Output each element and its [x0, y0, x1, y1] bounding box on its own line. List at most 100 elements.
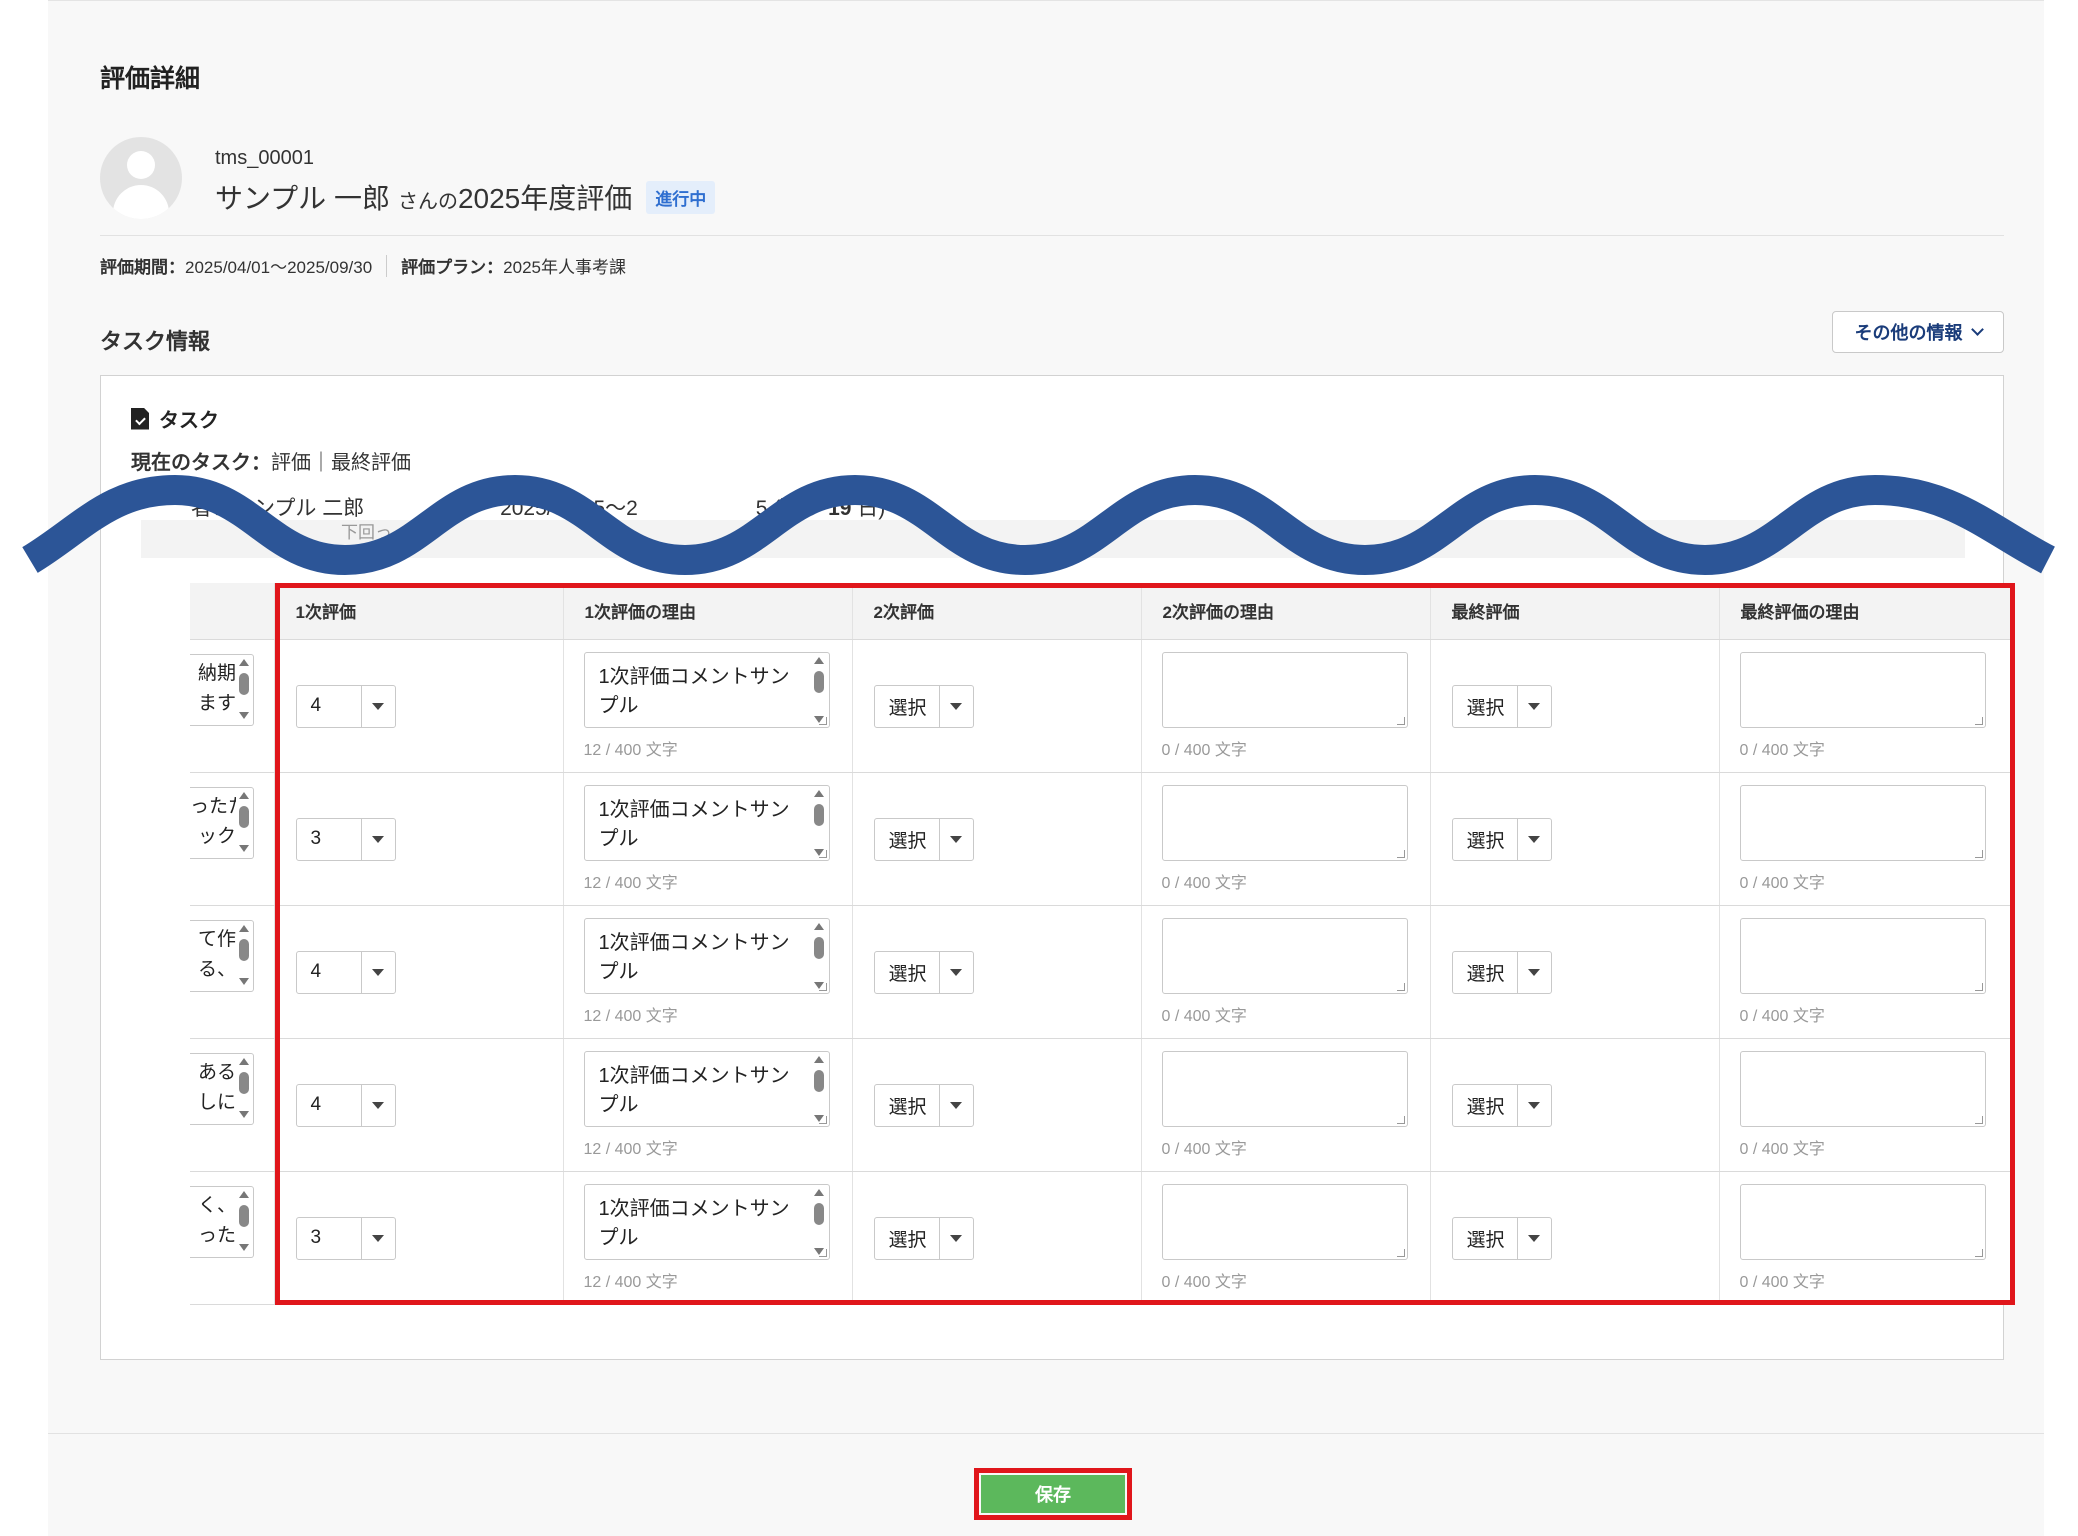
scrollbar[interactable] — [813, 922, 825, 989]
scrollbar-thumb[interactable] — [239, 1204, 249, 1227]
resize-grip-icon[interactable] — [818, 1248, 827, 1257]
scroll-up-icon[interactable] — [813, 1188, 824, 1196]
resize-grip-icon[interactable] — [1396, 716, 1405, 725]
dropdown-arrow-icon[interactable] — [360, 951, 395, 993]
scroll-up-icon[interactable] — [239, 1057, 249, 1065]
scroll-up-icon[interactable] — [813, 789, 824, 797]
scroll-down-icon[interactable] — [239, 711, 249, 719]
dropdown-arrow-icon[interactable] — [360, 1217, 395, 1259]
final-reason-textarea[interactable] — [1739, 917, 1986, 994]
scrollbar[interactable] — [813, 656, 825, 723]
resize-grip-icon[interactable] — [818, 982, 827, 991]
resize-grip-icon[interactable] — [818, 1115, 827, 1124]
resize-grip-icon[interactable] — [1974, 982, 1983, 991]
final-reason-textarea[interactable] — [1739, 1050, 1986, 1127]
first-reason-textarea[interactable]: 1次評価コメントサンプル — [583, 1050, 830, 1127]
dropdown-arrow-icon[interactable] — [1516, 818, 1551, 860]
resize-grip-icon[interactable] — [1396, 1115, 1405, 1124]
second-reason-textarea[interactable] — [1161, 1050, 1408, 1127]
resize-grip-icon[interactable] — [1974, 716, 1983, 725]
second-reason-textarea[interactable] — [1161, 1183, 1408, 1260]
dropdown-arrow-icon[interactable] — [938, 685, 973, 727]
first-score-select[interactable]: 4 — [295, 684, 396, 728]
second-score-select[interactable]: 選択 — [873, 1216, 974, 1260]
resize-grip-icon[interactable] — [1974, 849, 1983, 858]
first-reason-textarea[interactable]: 1次評価コメントサンプル — [583, 784, 830, 861]
scroll-down-icon[interactable] — [239, 1110, 249, 1118]
dropdown-arrow-icon[interactable] — [1516, 1217, 1551, 1259]
dropdown-arrow-icon[interactable] — [1516, 1084, 1551, 1126]
dropdown-arrow-icon[interactable] — [1516, 685, 1551, 727]
first-reason-textarea[interactable]: 1次評価コメントサンプル — [583, 1183, 830, 1260]
first-reason-textarea[interactable]: 1次評価コメントサンプル — [583, 651, 830, 728]
resize-grip-icon[interactable] — [1396, 1248, 1405, 1257]
scroll-up-icon[interactable] — [239, 924, 249, 932]
dropdown-arrow-icon[interactable] — [938, 818, 973, 860]
first-score-select[interactable]: 3 — [295, 817, 396, 861]
dropdown-arrow-icon[interactable] — [938, 1217, 973, 1259]
hidden-column-textarea[interactable]: ある しに — [190, 1052, 254, 1125]
scrollbar[interactable] — [813, 789, 825, 856]
scrollbar[interactable] — [238, 791, 250, 852]
first-score-select[interactable]: 4 — [295, 1083, 396, 1127]
evaluation-table-scroll[interactable]: 1次評価 1次評価の理由 2次評価 2次評価の理由 最終評価 最終評価の理由 納… — [190, 583, 2012, 1305]
final-reason-textarea[interactable] — [1739, 651, 1986, 728]
final-reason-textarea[interactable] — [1739, 784, 1986, 861]
scrollbar-thumb[interactable] — [813, 936, 824, 959]
scroll-up-icon[interactable] — [813, 922, 824, 930]
hidden-column-textarea[interactable]: く、 った — [190, 1185, 254, 1258]
scrollbar[interactable] — [238, 658, 250, 719]
final-score-select[interactable]: 選択 — [1451, 950, 1552, 994]
scrollbar[interactable] — [238, 924, 250, 985]
scroll-up-icon[interactable] — [813, 1055, 824, 1063]
scrollbar[interactable] — [813, 1055, 825, 1122]
scrollbar-thumb[interactable] — [813, 1069, 824, 1092]
scrollbar[interactable] — [238, 1190, 250, 1251]
final-score-select[interactable]: 選択 — [1451, 1083, 1552, 1127]
hidden-column-textarea[interactable]: ったたック — [190, 786, 254, 859]
hidden-column-textarea[interactable]: て作 る、 — [190, 919, 254, 992]
second-score-select[interactable]: 選択 — [873, 817, 974, 861]
scrollbar-thumb[interactable] — [239, 938, 249, 961]
save-button[interactable]: 保存 — [981, 1475, 1125, 1513]
dropdown-arrow-icon[interactable] — [360, 685, 395, 727]
second-reason-textarea[interactable] — [1161, 784, 1408, 861]
first-reason-textarea[interactable]: 1次評価コメントサンプル — [583, 917, 830, 994]
resize-grip-icon[interactable] — [818, 716, 827, 725]
resize-grip-icon[interactable] — [818, 849, 827, 858]
final-score-select[interactable]: 選択 — [1451, 817, 1552, 861]
final-score-select[interactable]: 選択 — [1451, 1216, 1552, 1260]
scroll-down-icon[interactable] — [239, 977, 249, 985]
scrollbar-thumb[interactable] — [813, 1202, 824, 1225]
second-score-select[interactable]: 選択 — [873, 950, 974, 994]
other-info-button[interactable]: その他の情報 — [1832, 311, 2004, 353]
scroll-up-icon[interactable] — [239, 1190, 249, 1198]
dropdown-arrow-icon[interactable] — [360, 1084, 395, 1126]
scrollbar-thumb[interactable] — [813, 803, 824, 826]
resize-grip-icon[interactable] — [1974, 1115, 1983, 1124]
dropdown-arrow-icon[interactable] — [938, 1084, 973, 1126]
scroll-up-icon[interactable] — [813, 656, 824, 664]
scrollbar-thumb[interactable] — [239, 672, 249, 695]
second-reason-textarea[interactable] — [1161, 651, 1408, 728]
resize-grip-icon[interactable] — [1974, 1248, 1983, 1257]
dropdown-arrow-icon[interactable] — [360, 818, 395, 860]
first-score-select[interactable]: 4 — [295, 950, 396, 994]
scroll-up-icon[interactable] — [239, 658, 249, 666]
resize-grip-icon[interactable] — [1396, 849, 1405, 858]
second-reason-textarea[interactable] — [1161, 917, 1408, 994]
scroll-down-icon[interactable] — [239, 1243, 249, 1251]
second-score-select[interactable]: 選択 — [873, 1083, 974, 1127]
final-reason-textarea[interactable] — [1739, 1183, 1986, 1260]
scrollbar-thumb[interactable] — [239, 1071, 249, 1094]
scrollbar[interactable] — [238, 1057, 250, 1118]
scrollbar-thumb[interactable] — [239, 805, 249, 828]
first-score-select[interactable]: 3 — [295, 1216, 396, 1260]
dropdown-arrow-icon[interactable] — [1516, 951, 1551, 993]
second-score-select[interactable]: 選択 — [873, 684, 974, 728]
hidden-column-textarea[interactable]: 納期 ます — [190, 653, 254, 726]
dropdown-arrow-icon[interactable] — [938, 951, 973, 993]
scroll-down-icon[interactable] — [239, 844, 249, 852]
final-score-select[interactable]: 選択 — [1451, 684, 1552, 728]
scroll-up-icon[interactable] — [239, 791, 249, 799]
